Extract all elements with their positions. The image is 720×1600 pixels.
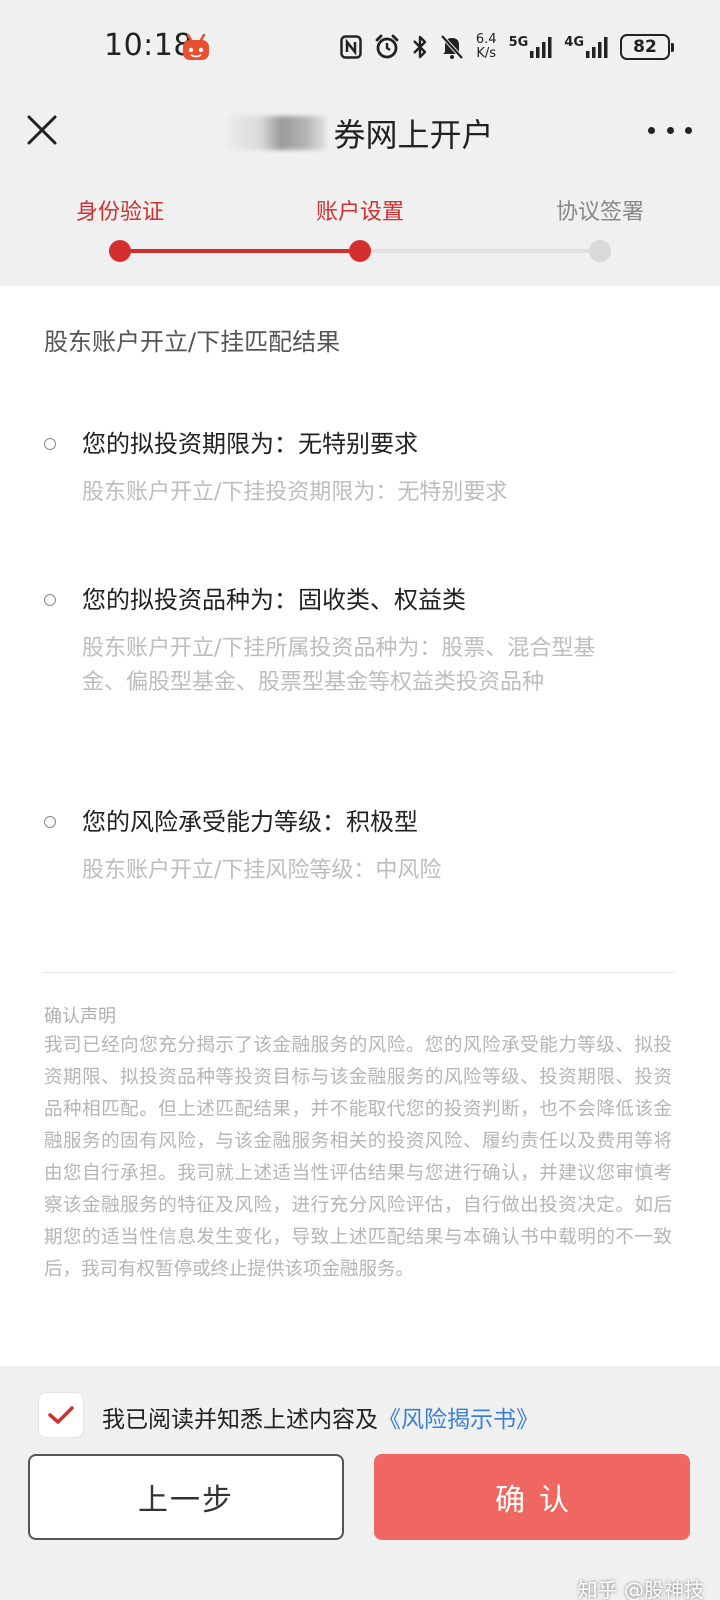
bullet-circle-icon: [44, 594, 56, 606]
net-speed-unit: K/s: [476, 46, 497, 61]
signal-bars-icon: [586, 37, 608, 58]
previous-step-button[interactable]: 上一步: [28, 1454, 344, 1540]
step-track-completed: [120, 249, 360, 253]
match-item-main: 您的拟投资品种为：固收类、权益类: [82, 586, 466, 614]
checkmark-icon: [48, 1406, 74, 1424]
footer: 我已阅读并知悉上述内容及《风险揭示书》 上一步 确认 知乎 @股神技: [0, 1366, 720, 1600]
signal-5g: 5G: [509, 36, 553, 58]
declaration-title: 确认声明: [44, 1006, 116, 1027]
divider: [44, 972, 674, 973]
net-speed: 6.4 K/s: [476, 33, 497, 61]
signal-4g: 4G: [564, 36, 608, 58]
match-item-sub: 股东账户开立/下挂所属投资品种为：股票、混合型基金、偏股型基金、股票型基金等权益…: [82, 636, 596, 695]
main-content: 股东账户开立/下挂匹配结果 您的拟投资期限为：无特别要求 股东账户开立/下挂投资…: [0, 286, 720, 1366]
nav-bar: 券网上开户: [0, 92, 720, 180]
net-speed-value: 6.4: [475, 32, 497, 47]
declaration-text: 我司已经向您充分揭示了该金融服务的风险。您的风险承受能力等级、拟投资期限、拟投资…: [44, 1035, 672, 1280]
battery-level: 82: [633, 37, 657, 57]
mute-icon: [440, 34, 464, 60]
step-dot-account: [349, 240, 371, 262]
bullet-circle-icon: [44, 438, 56, 450]
nav-title-area: 券网上开户: [0, 110, 720, 156]
bullet-circle-icon: [44, 816, 56, 828]
more-button[interactable]: [648, 114, 692, 146]
page-title: 券网上开户: [333, 116, 494, 154]
step-dot-agreement: [589, 240, 611, 262]
agree-text: 我已阅读并知悉上述内容及: [102, 1407, 378, 1433]
signal-bars-icon: [530, 37, 552, 58]
network-4g-label: 4G: [564, 35, 584, 50]
step-label-account: 账户设置: [315, 200, 404, 225]
match-item-sub: 股东账户开立/下挂风险等级：中风险: [82, 858, 442, 883]
match-item-sub: 股东账户开立/下挂投资期限为：无特别要求: [82, 480, 508, 505]
section-title: 股东账户开立/下挂匹配结果: [44, 328, 341, 356]
network-5g-label: 5G: [508, 35, 529, 50]
bluetooth-icon: [413, 35, 427, 59]
more-dot-icon: [648, 126, 655, 134]
status-bar: 10:18 6.4 K/s 5G 4G 82: [0, 0, 720, 92]
battery-icon: 82: [620, 34, 674, 60]
step-label-agreement: 协议签署: [555, 200, 644, 225]
watermark: 知乎 @股神技: [577, 1578, 704, 1600]
status-time: 10:18: [104, 28, 193, 63]
risk-disclosure-link[interactable]: 《风险揭示书》: [378, 1407, 539, 1433]
nfc-icon: [340, 35, 362, 59]
confirm-button[interactable]: 确认: [374, 1454, 690, 1540]
agree-statement: 我已阅读并知悉上述内容及《风险揭示书》: [102, 1400, 539, 1434]
step-label-identity: 身份验证: [75, 200, 164, 225]
agree-checkbox[interactable]: [38, 1392, 84, 1438]
step-dot-identity: [109, 240, 131, 262]
match-item-main: 您的拟投资期限为：无特别要求: [82, 430, 418, 458]
progress-steps: 身份验证 账户设置 协议签署: [0, 180, 720, 286]
blurred-brand-name: [226, 116, 327, 150]
more-dot-icon: [666, 126, 674, 134]
more-dot-icon: [685, 126, 692, 134]
match-item-main: 您的风险承受能力等级：积极型: [82, 808, 418, 836]
app-notification-icon: [183, 34, 209, 60]
status-icons: 6.4 K/s 5G 4G 82: [340, 30, 674, 64]
alarm-icon: [375, 34, 399, 59]
